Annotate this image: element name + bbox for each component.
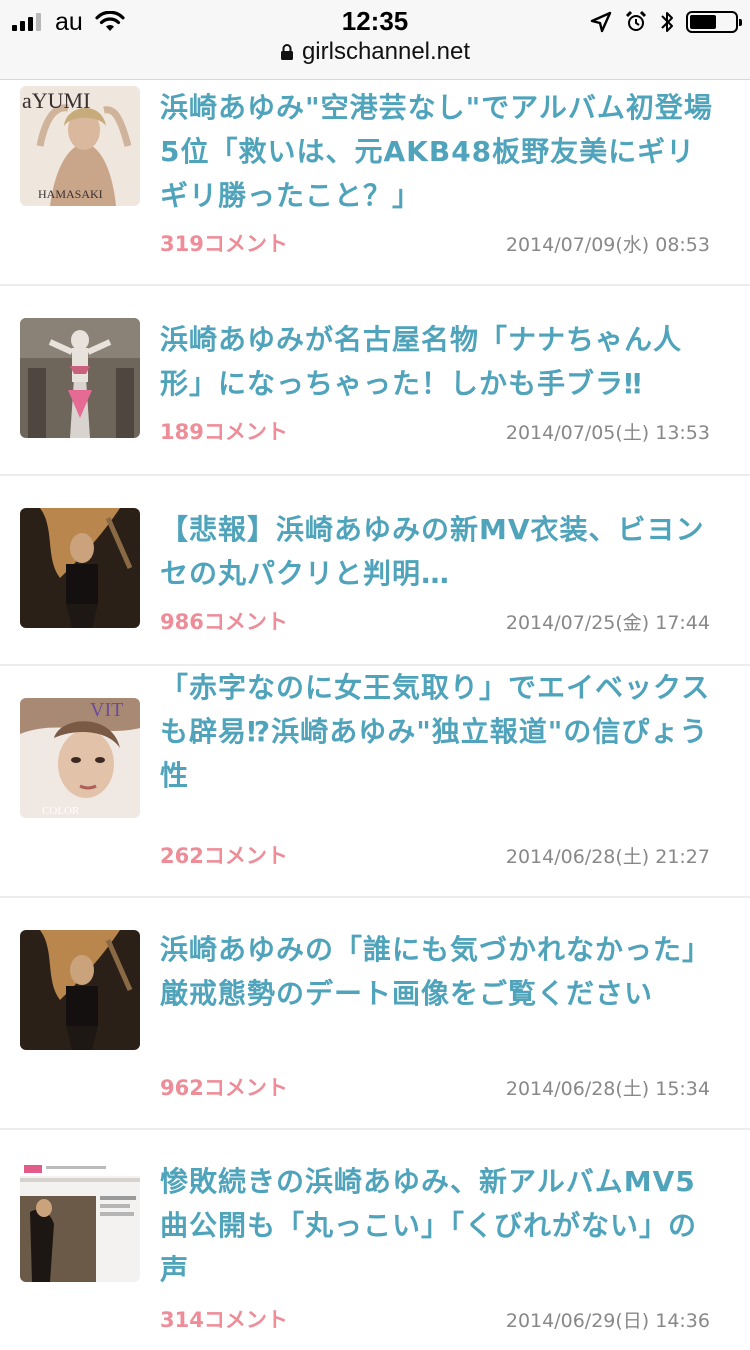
article-date: 2014/06/28(土) 21:27 — [505, 846, 710, 868]
article-thumbnail[interactable]: VIT COLOR — [20, 698, 140, 818]
cover-title-text: aYUMI — [22, 88, 90, 113]
address-bar[interactable]: girlschannel.net — [0, 38, 750, 66]
article-title[interactable]: 惨敗続きの浜崎あゆみ、新アルバムMV5曲公開も「丸っこい」「くびれがない」の声 — [160, 1160, 720, 1292]
mv-still-image — [20, 508, 140, 628]
article-title[interactable]: 浜崎あゆみの「誰にも気づかれなかった」厳戒態勢のデート画像をご覧ください — [160, 928, 720, 1016]
article-thumbnail[interactable]: aYUMI HAMASAKI — [20, 86, 140, 206]
album-cover-image: aYUMI HAMASAKI — [20, 86, 140, 206]
comment-count: 962コメント — [160, 1076, 288, 1100]
lock-icon — [280, 44, 293, 60]
webpage-screenshot-image — [20, 1162, 140, 1282]
svg-text:HAMASAKI: HAMASAKI — [38, 187, 103, 201]
article-item[interactable]: aYUMI HAMASAKI 浜崎あゆみ"空港芸なし"でアルバム初登場5位「救い… — [0, 80, 750, 286]
article-title[interactable]: 【悲報】浜崎あゆみの新MV衣装、ビヨンセの丸パクリと判明… — [160, 508, 720, 596]
comment-count: 319コメント — [160, 232, 288, 256]
article-title[interactable]: 浜崎あゆみ"空港芸なし"でアルバム初登場5位「救いは、元AKB48板野友美にギリ… — [160, 86, 720, 218]
article-thumbnail[interactable] — [20, 318, 140, 438]
battery-level-fill — [690, 15, 717, 29]
comment-count: 314コメント — [160, 1308, 288, 1332]
article-date: 2014/06/28(土) 15:34 — [505, 1078, 710, 1100]
article-item[interactable]: VIT COLOR 「赤字なのに女王気取り」でエイベックスも辟易⁉浜崎あゆみ"独… — [0, 666, 750, 898]
article-thumbnail[interactable] — [20, 1162, 140, 1282]
article-date: 2014/07/05(土) 13:53 — [505, 422, 710, 444]
article-date: 2014/07/09(水) 08:53 — [505, 234, 710, 256]
article-title[interactable]: 浜崎あゆみが名古屋名物「ナナちゃん人形」になっちゃった！しかも手ブラ‼ — [160, 318, 720, 406]
article-date: 2014/07/25(金) 17:44 — [505, 612, 710, 634]
browser-status-bar: au 12:35 girlschannel.net — [0, 0, 750, 80]
battery-icon — [686, 11, 742, 33]
mv-still-image — [20, 930, 140, 1050]
article-list: aYUMI HAMASAKI 浜崎あゆみ"空港芸なし"でアルバム初登場5位「救い… — [0, 80, 750, 1350]
article-item[interactable]: 惨敗続きの浜崎あゆみ、新アルバムMV5曲公開も「丸っこい」「くびれがない」の声 … — [0, 1130, 750, 1350]
svg-text:COLOR: COLOR — [42, 805, 80, 817]
svg-text:VIT: VIT — [90, 699, 123, 721]
article-date: 2014/06/29(日) 14:36 — [505, 1310, 710, 1332]
article-item[interactable]: 浜崎あゆみが名古屋名物「ナナちゃん人形」になっちゃった！しかも手ブラ‼ 189コ… — [0, 286, 750, 476]
comment-count: 262コメント — [160, 844, 288, 868]
magazine-cover-image: VIT COLOR — [20, 698, 140, 818]
alarm-icon — [625, 10, 647, 31]
article-item[interactable]: 浜崎あゆみの「誰にも気づかれなかった」厳戒態勢のデート画像をご覧ください 962… — [0, 898, 750, 1130]
article-title[interactable]: 「赤字なのに女王気取り」でエイベックスも辟易⁉浜崎あゆみ"独立報道"の信ぴょう性 — [160, 666, 720, 798]
comment-count: 986コメント — [160, 610, 288, 634]
statue-image — [20, 318, 140, 438]
article-thumbnail[interactable] — [20, 508, 140, 628]
url-text: girlschannel.net — [301, 38, 471, 65]
article-item[interactable]: 【悲報】浜崎あゆみの新MV衣装、ビヨンセの丸パクリと判明… 986コメント 20… — [0, 476, 750, 666]
bluetooth-icon — [661, 12, 673, 32]
article-thumbnail[interactable] — [20, 930, 140, 1050]
comment-count: 189コメント — [160, 420, 288, 444]
location-arrow-icon — [590, 11, 612, 33]
status-right — [590, 8, 742, 36]
